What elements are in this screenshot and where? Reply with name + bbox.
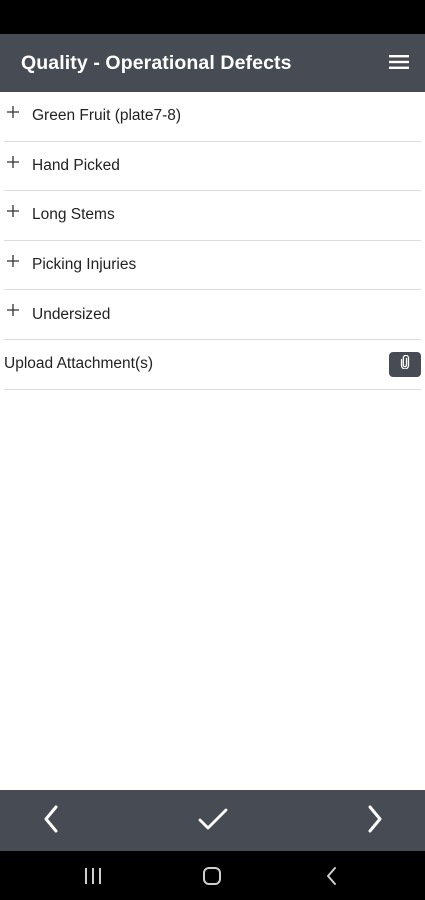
upload-attachment-label: Upload Attachment(s) (4, 354, 154, 372)
system-navigation-bar (0, 851, 425, 900)
plus-icon (7, 254, 19, 267)
defect-item-label: Picking Injuries (32, 256, 137, 274)
defect-list: Green Fruit (plate7-8) Hand Picked Long … (0, 92, 425, 390)
next-button[interactable] (358, 804, 392, 838)
checkmark-icon (198, 807, 228, 836)
paperclip-icon (400, 354, 410, 374)
app-header: Quality - Operational Defects (0, 34, 425, 92)
defect-item-label: Green Fruit (plate7-8) (32, 107, 182, 125)
defect-item-label: Hand Picked (32, 156, 120, 174)
defect-item-label: Long Stems (32, 206, 115, 224)
confirm-button[interactable] (196, 804, 230, 838)
back-icon[interactable] (320, 865, 344, 887)
bottom-action-bar (0, 790, 425, 851)
recent-apps-icon[interactable] (81, 865, 105, 887)
status-bar (0, 0, 425, 34)
defect-item-green-fruit[interactable]: Green Fruit (plate7-8) (4, 92, 421, 142)
defect-item-undersized[interactable]: Undersized (4, 290, 421, 340)
plus-icon (7, 155, 19, 168)
plus-icon (7, 204, 19, 218)
hamburger-menu-icon[interactable] (389, 54, 409, 70)
upload-attachment-row: Upload Attachment(s) (4, 340, 421, 390)
chevron-right-icon (366, 805, 384, 838)
defect-item-label: Undersized (32, 305, 111, 323)
attach-file-button[interactable] (389, 351, 421, 377)
home-icon[interactable] (200, 865, 224, 887)
defect-item-picking-injuries[interactable]: Picking Injuries (4, 241, 421, 291)
chevron-left-icon (42, 805, 60, 838)
defect-item-hand-picked[interactable]: Hand Picked (4, 142, 421, 192)
plus-icon (7, 303, 19, 317)
page-title: Quality - Operational Defects (21, 51, 292, 74)
previous-button[interactable] (34, 804, 68, 838)
plus-icon (7, 105, 19, 118)
defect-item-long-stems[interactable]: Long Stems (4, 191, 421, 241)
